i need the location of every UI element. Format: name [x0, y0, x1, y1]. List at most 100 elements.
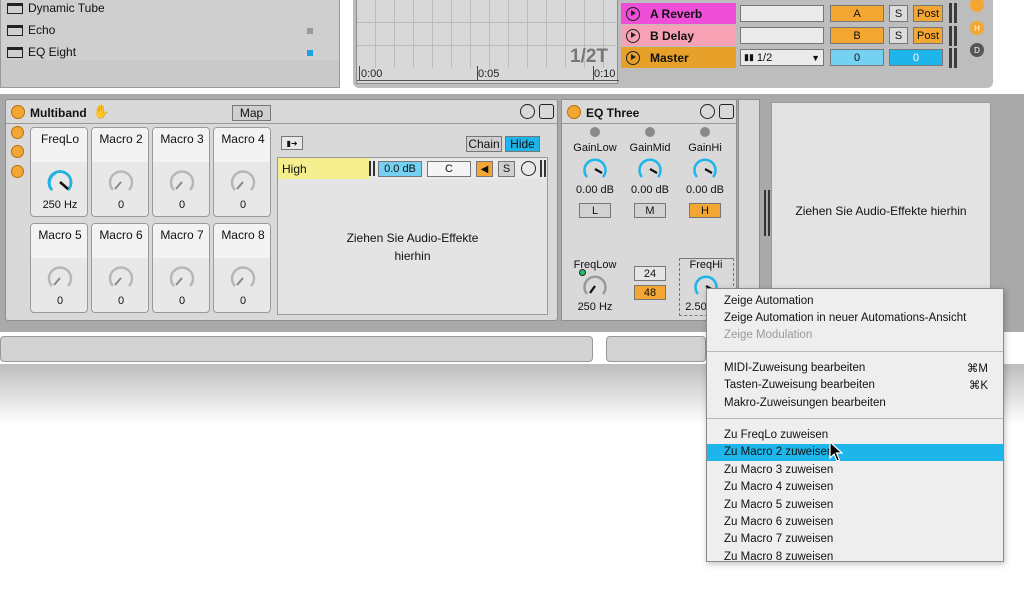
macro-value: 250 Hz [42, 199, 78, 211]
arrangement-timeline[interactable]: 0:00 0:05 0:10 [356, 0, 619, 84]
menu-item-label: Zeige Modulation [724, 329, 813, 342]
menu-item[interactable]: Zu Macro 8 zuweisen [707, 548, 1003, 565]
track-input-field[interactable] [740, 5, 824, 22]
speaker-icon[interactable]: ◀ [476, 161, 493, 177]
drop-hint: Ziehen Sie Audio-Effekte hierhin [278, 229, 547, 265]
knob-icon[interactable] [107, 264, 135, 292]
macro-knob-7[interactable]: Macro 7 0 [152, 223, 210, 313]
menu-item[interactable]: Zu Macro 2 zuweisen [707, 443, 1003, 461]
knob-icon[interactable] [46, 168, 74, 196]
master-volume-left[interactable]: 0 [830, 49, 884, 66]
macro-knob-8[interactable]: Macro 8 0 [213, 223, 271, 313]
rack-toggle-macros[interactable] [11, 126, 24, 139]
menu-item[interactable]: Zeige Automation [707, 292, 1003, 309]
knob-icon[interactable] [229, 264, 257, 292]
chain-name[interactable]: High [278, 158, 370, 179]
hot-swap-icon[interactable] [700, 104, 715, 119]
knob-icon[interactable] [46, 264, 74, 292]
macro-value: 0 [178, 295, 186, 307]
macro-knob-4[interactable]: Macro 4 0 [213, 127, 271, 217]
play-icon[interactable] [626, 50, 640, 65]
macro-value: 0 [239, 199, 247, 211]
knob-icon[interactable] [229, 168, 257, 196]
band-button-m[interactable]: M [634, 203, 666, 218]
send-button-b[interactable]: B [830, 27, 884, 44]
divider [562, 123, 737, 124]
eq-gain-knob[interactable] [692, 156, 718, 182]
macro-knob-5[interactable]: Macro 5 0 [30, 223, 88, 313]
menu-item[interactable]: MIDI-Zuweisung bearbeiten ⌘M [707, 359, 1003, 376]
knob-icon[interactable] [168, 168, 196, 196]
play-icon[interactable] [626, 6, 640, 21]
chain-hot-swap-icon[interactable] [521, 161, 536, 176]
track-name: A Reverb [650, 6, 703, 21]
drag-handle[interactable] [764, 190, 766, 236]
menu-item-label: Zu Macro 4 zuweisen [724, 481, 834, 494]
post-button[interactable]: Post [913, 27, 943, 44]
chain-volume[interactable]: 0.0 dB [378, 161, 422, 177]
macro-knob-2[interactable]: Macro 2 0 [91, 127, 149, 217]
browser-item-label: Echo [28, 23, 56, 37]
menu-item[interactable]: Zeige Automation in neuer Automations-An… [707, 309, 1003, 326]
eq-gain-knob[interactable] [637, 156, 663, 182]
menu-item[interactable]: Zu Macro 3 zuweisen [707, 461, 1003, 478]
device-on-button[interactable] [567, 105, 581, 119]
solo-button[interactable]: S [889, 5, 908, 22]
map-button[interactable]: Map [232, 105, 271, 121]
knob-icon[interactable] [107, 168, 135, 196]
macro-knob-3[interactable]: Macro 3 0 [152, 127, 210, 217]
chain-pan[interactable]: C [427, 161, 471, 177]
chain-solo-button[interactable]: S [498, 161, 515, 177]
track-header-master[interactable]: Master [621, 47, 736, 68]
track-input-field[interactable] [740, 27, 824, 44]
menu-item[interactable]: Zu Macro 4 zuweisen [707, 479, 1003, 496]
master-volume-right[interactable]: 0 [889, 49, 943, 66]
post-button[interactable]: Post [913, 5, 943, 22]
macro-knob-1[interactable]: FreqLo 250 Hz [30, 127, 88, 217]
macro-knob-6[interactable]: Macro 6 0 [91, 223, 149, 313]
drag-handle[interactable] [768, 190, 770, 236]
bottom-bar-left[interactable] [0, 336, 593, 362]
play-icon[interactable] [626, 28, 640, 43]
browser-item[interactable]: EQ Eight [7, 42, 76, 62]
rack-toggle-devices[interactable] [11, 165, 24, 178]
save-preset-icon[interactable] [539, 104, 554, 119]
menu-item[interactable]: Tasten-Zuweisung bearbeiten ⌘K [707, 377, 1003, 394]
side-toggle-d[interactable]: D [970, 43, 984, 57]
rack-toggle-chains[interactable] [11, 145, 24, 158]
hide-button[interactable]: Hide [505, 136, 540, 152]
slope-48-button[interactable]: 48 [634, 285, 666, 300]
device-on-button[interactable] [11, 105, 25, 119]
slope-24-button[interactable]: 24 [634, 266, 666, 281]
track-header-a-reverb[interactable]: A Reverb [621, 3, 736, 24]
menu-item[interactable]: Zu Macro 7 zuweisen [707, 531, 1003, 548]
menu-item[interactable]: Zu Macro 6 zuweisen [707, 513, 1003, 530]
chain-button[interactable]: Chain [466, 136, 502, 152]
menu-separator [707, 418, 1003, 420]
browser-item[interactable]: Dynamic Tube [7, 0, 105, 18]
eq-gain-knob[interactable] [582, 156, 608, 182]
knob-icon[interactable] [168, 264, 196, 292]
master-routing-select[interactable]: ▮▮ 1/2 ▼ [740, 49, 824, 66]
send-button-a[interactable]: A [830, 5, 884, 22]
band-button-h[interactable]: H [689, 203, 721, 218]
band-button-l[interactable]: L [579, 203, 611, 218]
side-toggle-h[interactable]: H [970, 21, 984, 35]
chain-select-icon[interactable]: ▮➜ [281, 136, 303, 150]
context-menu: Zeige Automation Zeige Automation in neue… [706, 288, 1004, 565]
macro-label: Macro 3 [160, 132, 204, 146]
hand-icon[interactable]: ✋ [93, 104, 109, 120]
browser-item[interactable]: Echo [7, 20, 55, 40]
freq-low-knob[interactable] [582, 273, 608, 299]
hot-swap-icon[interactable] [520, 104, 535, 119]
meter-bar [949, 3, 952, 23]
save-preset-icon[interactable] [719, 104, 734, 119]
menu-item[interactable]: Makro-Zuweisungen bearbeiten [707, 394, 1003, 411]
track-header-b-delay[interactable]: B Delay [621, 25, 736, 46]
menu-item[interactable]: Zu Macro 5 zuweisen [707, 496, 1003, 513]
menu-item[interactable]: Zu FreqLo zuweisen [707, 426, 1003, 443]
menu-item-label: Zeige Automation in neuer Automations-An… [724, 311, 967, 324]
solo-button[interactable]: S [889, 27, 908, 44]
eq-knob-label: GainHi [688, 142, 722, 154]
bottom-bar-right[interactable] [606, 336, 706, 362]
